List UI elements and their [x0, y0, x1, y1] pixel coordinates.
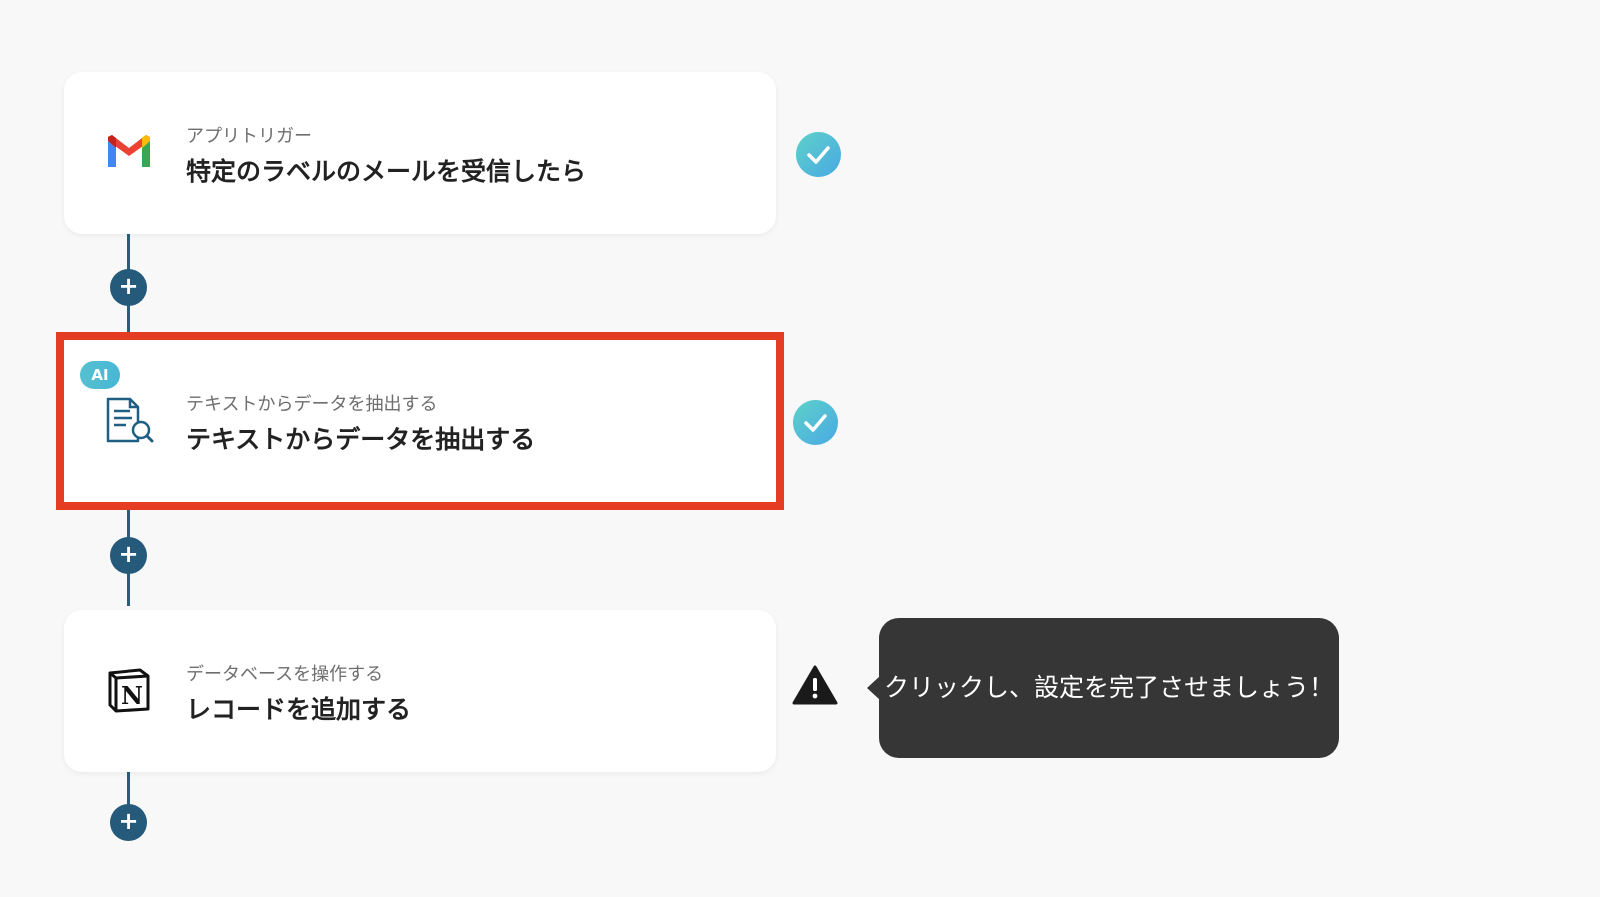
- step-subtitle: アプリトリガー: [186, 126, 312, 147]
- step-title: レコードを追加する: [186, 695, 412, 724]
- setup-tooltip: クリックし、設定を完了させましょう！: [867, 618, 1339, 758]
- add-step-button[interactable]: +: [110, 269, 147, 306]
- document-search-icon: [104, 395, 154, 445]
- step-subtitle: テキストからデータを抽出する: [186, 394, 438, 415]
- step-title: 特定のラベルのメールを受信したら: [186, 157, 587, 186]
- svg-text:N: N: [121, 681, 143, 710]
- tooltip-arrow: [867, 676, 880, 700]
- add-step-button[interactable]: +: [110, 537, 147, 574]
- check-complete-icon: [796, 132, 841, 177]
- step-card-notion-database[interactable]: N データベースを操作する レコードを追加する: [64, 610, 776, 772]
- check-complete-icon: [793, 400, 838, 445]
- gmail-icon: [104, 127, 154, 177]
- step-card-ai-extract[interactable]: AI テキストからデータを抽出する テキストからデータを抽出する: [56, 332, 784, 510]
- notion-icon: N: [104, 665, 154, 715]
- tooltip-text: クリックし、設定を完了させましょう！: [883, 673, 1334, 702]
- ai-badge: AI: [80, 361, 120, 389]
- step-subtitle: データベースを操作する: [186, 664, 384, 685]
- warning-icon: [792, 664, 838, 706]
- add-step-button[interactable]: +: [110, 804, 147, 841]
- step-card-gmail-trigger[interactable]: アプリトリガー 特定のラベルのメールを受信したら: [64, 72, 776, 234]
- step-title: テキストからデータを抽出する: [186, 425, 536, 454]
